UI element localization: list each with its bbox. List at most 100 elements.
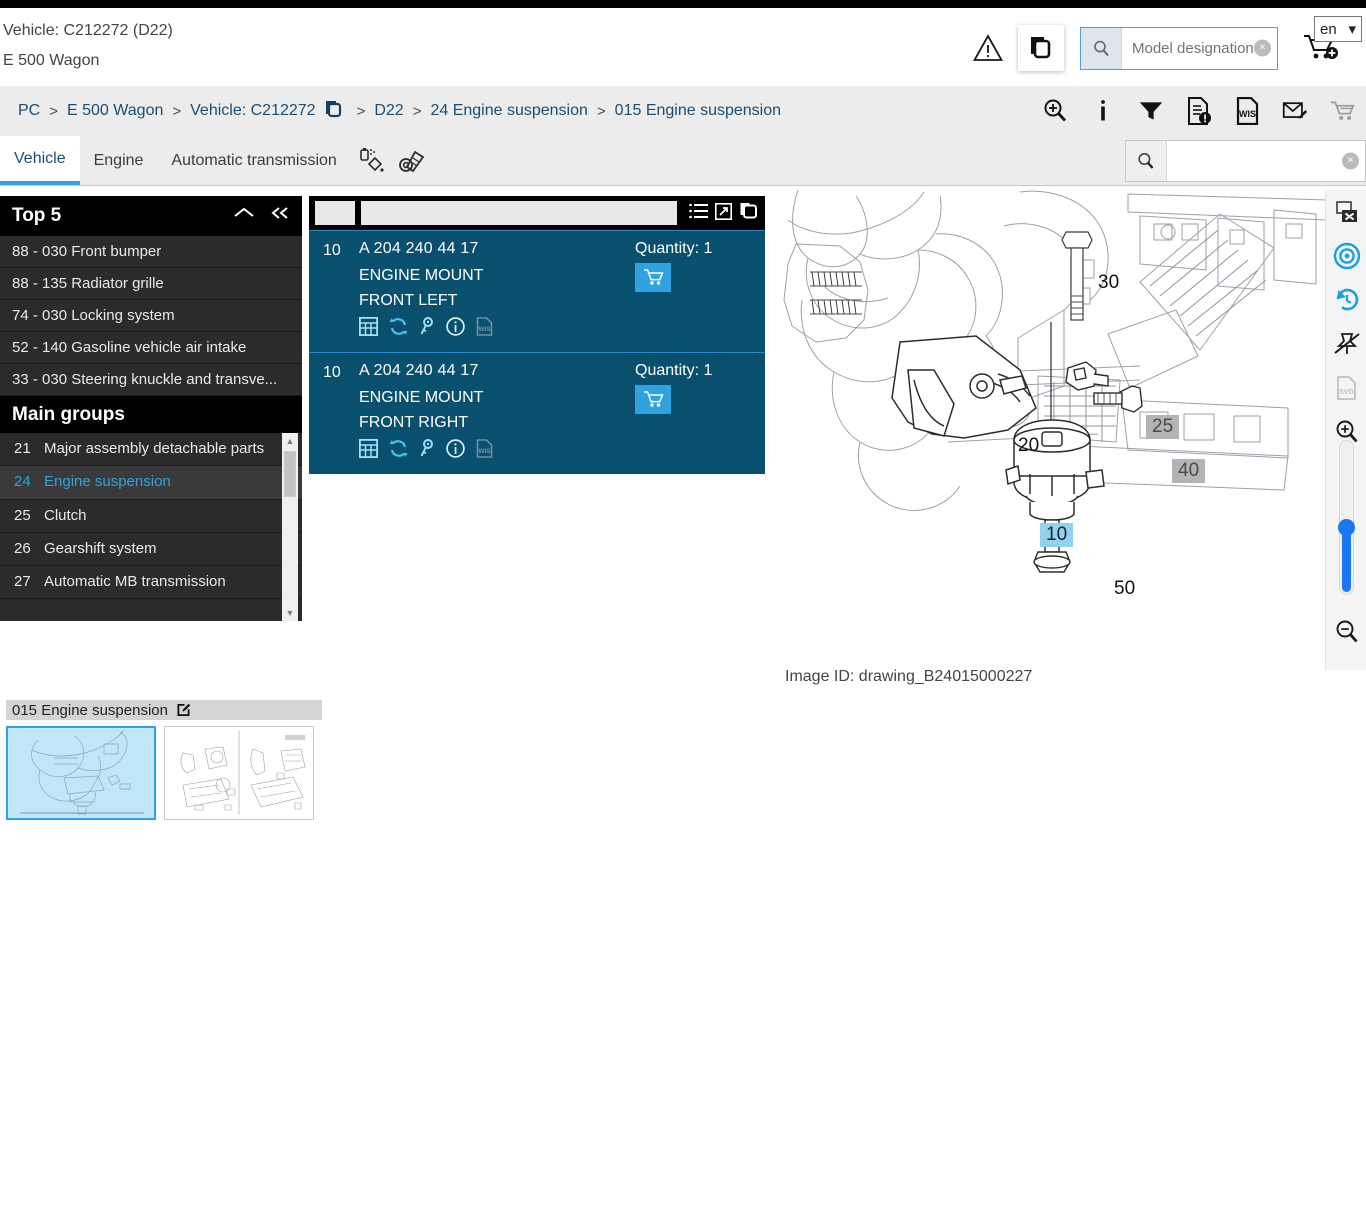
unpin-icon[interactable] — [1326, 322, 1366, 366]
copy-icon[interactable] — [739, 202, 759, 224]
part-row-1[interactable]: 10 A 204 240 44 17 ENGINE MOUNT FRONT RI… — [309, 352, 765, 474]
callout-25[interactable]: 25 — [1146, 415, 1180, 439]
table-grid-icon[interactable] — [358, 438, 379, 462]
add-part-to-cart-button[interactable] — [635, 263, 671, 292]
target-focus-icon[interactable] — [1326, 234, 1366, 278]
paint-color-icon[interactable] — [351, 136, 393, 185]
parts-header-field-small[interactable] — [315, 201, 355, 225]
breadcrumb-separator: > — [49, 102, 58, 120]
main-group-row-27[interactable]: 27 Automatic MB transmission — [0, 566, 302, 600]
technical-drawing[interactable]: 30 20 25 40 10 50 — [768, 190, 1333, 650]
breadcrumb-separator: > — [172, 102, 182, 120]
warning-triangle-icon[interactable] — [968, 28, 1008, 68]
main-group-label: Clutch — [44, 506, 87, 524]
content-search-field[interactable]: × — [1167, 141, 1365, 181]
svg-text:SVG: SVG — [1339, 389, 1354, 396]
breadcrumb-item-5[interactable]: 015 Engine suspension — [615, 102, 781, 120]
tab-vehicle[interactable]: Vehicle — [0, 136, 80, 185]
table-grid-icon[interactable] — [358, 316, 379, 340]
svg-export-icon: SVG — [1326, 366, 1366, 410]
tab-label: Automatic transmission — [171, 151, 337, 169]
edit-pencil-icon[interactable] — [176, 701, 191, 720]
email-edit-icon[interactable] — [1282, 97, 1308, 125]
main-group-label: Automatic MB transmission — [44, 573, 226, 590]
language-selector[interactable]: en ▾ — [1314, 16, 1362, 42]
wis-document-icon[interactable]: WIS — [1234, 97, 1260, 125]
main-groups-scrollbar[interactable]: ▲ ▼ — [282, 433, 298, 621]
search-icon — [1126, 141, 1167, 181]
tab-automatic-transmission[interactable]: Automatic transmission — [157, 136, 350, 185]
breadcrumb-item-1[interactable]: E 500 Wagon — [67, 102, 163, 120]
main-group-row-25[interactable]: 25 Clutch — [0, 500, 302, 533]
info-icon[interactable] — [1090, 97, 1116, 125]
scroll-down-arrow-icon[interactable]: ▼ — [282, 605, 298, 621]
key-icon[interactable] — [419, 439, 435, 462]
main-group-row-21[interactable]: 21 Major assembly detachable parts — [0, 433, 302, 467]
top5-item-4[interactable]: 33 - 030 Steering knuckle and transve... — [0, 364, 302, 396]
wis-document-icon[interactable]: WIS — [476, 439, 493, 462]
part-quantity-area: Quantity: 1 — [635, 362, 753, 462]
model-search-field[interactable]: × — [1122, 27, 1277, 69]
list-view-icon[interactable] — [689, 203, 708, 223]
app-header: Vehicle: C212272 (D22) E 500 Wagon × — [0, 8, 1366, 86]
parts-header-field-wide[interactable] — [361, 201, 677, 225]
breadcrumb-item-2[interactable]: Vehicle: C212272 — [190, 102, 315, 120]
info-circle-icon[interactable] — [446, 317, 465, 340]
zoom-in-search-icon[interactable] — [1042, 97, 1068, 125]
callout-10[interactable]: 10 — [1040, 523, 1074, 547]
main-group-row-24[interactable]: 24 Engine suspension — [0, 466, 302, 500]
callout-40[interactable]: 40 — [1172, 459, 1206, 483]
top5-item-2[interactable]: 74 - 030 Locking system — [0, 300, 302, 332]
document-alert-icon[interactable] — [1186, 97, 1212, 125]
window-top-strip — [0, 0, 1366, 8]
breadcrumb-item-4[interactable]: 24 Engine suspension — [430, 102, 587, 120]
clear-search-icon[interactable]: × — [1254, 39, 1271, 57]
callout-20: 20 — [1018, 435, 1040, 456]
top5-item-3[interactable]: 52 - 140 Gasoline vehicle air intake — [0, 332, 302, 364]
image-id-label: Image ID: drawing_B24015000227 — [785, 668, 1033, 685]
wis-document-icon[interactable]: WIS — [476, 317, 493, 340]
main-group-row-26[interactable]: 26 Gearshift system — [0, 533, 302, 566]
add-part-to-cart-button[interactable] — [635, 385, 671, 414]
filter-icon[interactable] — [1138, 97, 1164, 125]
breadcrumb: PC > E 500 Wagon > Vehicle: C212272 > D2… — [18, 86, 781, 136]
part-quantity-label: Quantity: 1 — [635, 362, 713, 379]
thumbnail-item-1[interactable] — [164, 726, 314, 820]
scroll-up-arrow-icon[interactable]: ▲ — [282, 433, 298, 449]
svg-text:WIS: WIS — [478, 448, 491, 455]
refresh-cycle-icon[interactable] — [389, 317, 408, 340]
breadcrumb-item-3[interactable]: D22 — [374, 102, 403, 120]
info-circle-icon[interactable] — [446, 439, 465, 462]
thumbnail-item-0[interactable] — [6, 726, 156, 820]
top5-item-1[interactable]: 88 - 135 Radiator grille — [0, 268, 302, 300]
zoom-slider-handle[interactable] — [1338, 519, 1355, 536]
expand-diagonal-icon[interactable] — [715, 202, 732, 224]
top5-item-0[interactable]: 88 - 030 Front bumper — [0, 236, 302, 268]
part-description-line-1: ENGINE MOUNT — [359, 389, 484, 406]
content-search-input[interactable] — [1167, 141, 1365, 181]
part-row-0[interactable]: 10 A 204 240 44 17 ENGINE MOUNT FRONT LE… — [309, 230, 765, 352]
model-search-box[interactable]: × — [1080, 26, 1278, 70]
callout-30: 30 — [1098, 272, 1120, 293]
clear-content-search-icon[interactable]: × — [1342, 152, 1359, 170]
top5-list: 88 - 030 Front bumper 88 - 135 Radiator … — [0, 236, 302, 396]
double-chevron-left-icon[interactable] — [268, 205, 292, 227]
reset-history-icon[interactable] — [1326, 278, 1366, 322]
svg-text:WIS: WIS — [478, 326, 491, 333]
chevron-up-icon[interactable] — [232, 205, 256, 227]
zoom-out-icon[interactable] — [1326, 610, 1366, 654]
language-value: en — [1320, 20, 1337, 38]
refresh-cycle-icon[interactable] — [389, 439, 408, 462]
zoom-slider[interactable] — [1338, 440, 1355, 595]
breadcrumb-copy-icon[interactable] — [324, 100, 344, 123]
key-icon[interactable] — [419, 317, 435, 340]
shopping-cart-icon[interactable] — [1330, 97, 1356, 125]
content-search-box[interactable]: × — [1125, 140, 1366, 182]
close-window-icon[interactable] — [1326, 190, 1366, 234]
parts-panel-header — [309, 196, 765, 230]
tab-engine[interactable]: Engine — [80, 136, 158, 185]
fastener-bolt-icon[interactable] — [393, 136, 435, 185]
scrollbar-thumb[interactable] — [284, 451, 296, 497]
copy-documents-icon[interactable] — [1018, 25, 1064, 71]
breadcrumb-item-0[interactable]: PC — [18, 102, 40, 120]
